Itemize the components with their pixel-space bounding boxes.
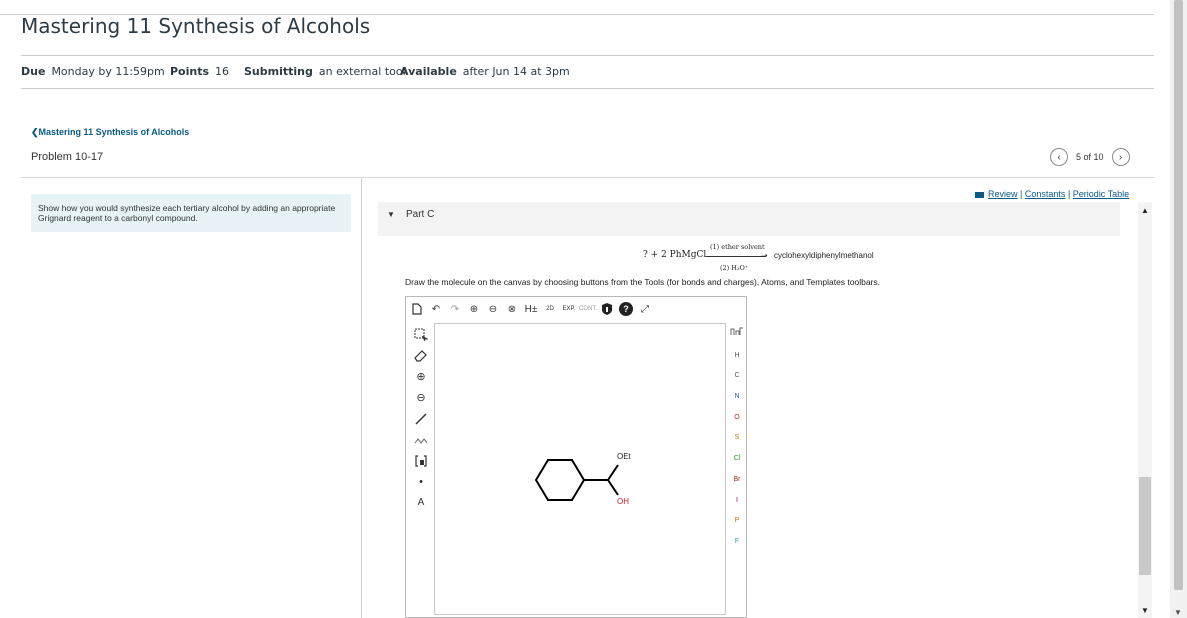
panel-divider xyxy=(361,178,362,618)
due-label: Due xyxy=(21,65,46,78)
chevron-left-icon: ‹ xyxy=(1057,151,1061,163)
atom-button-cl[interactable]: Cl xyxy=(728,449,746,470)
points-label: Points xyxy=(170,65,210,78)
positive-charge-icon[interactable]: ⊕ xyxy=(413,368,429,385)
book-icon xyxy=(975,191,984,198)
atom-button-i[interactable]: I xyxy=(728,491,746,512)
atoms-toolbar: H C N O S Cl Br I P F xyxy=(728,325,746,553)
resource-links: Review | Constants | Periodic Table xyxy=(975,189,1129,199)
link-separator: | xyxy=(1067,189,1071,199)
back-link-label: Mastering 11 Synthesis of Alcohols xyxy=(38,127,190,137)
periodic-table-link[interactable]: Periodic Table xyxy=(1073,189,1129,199)
atom-button-p[interactable]: P xyxy=(728,511,746,532)
undo-icon[interactable]: ↶ xyxy=(429,302,443,316)
link-separator: | xyxy=(1020,189,1023,199)
collapse-triangle-icon: ▼ xyxy=(387,210,395,219)
pager: ‹ 5 of 10 › xyxy=(1050,148,1130,166)
page-title: Mastering 11 Synthesis of Alcohols xyxy=(21,14,371,38)
page-scrollbar[interactable]: ▼ xyxy=(1170,0,1187,618)
single-bond-icon[interactable] xyxy=(413,410,429,427)
submitting-label: Submitting xyxy=(244,65,313,78)
carbon-to-oh-bond xyxy=(607,479,619,496)
problem-label: Problem 10-17 xyxy=(31,151,104,163)
submitting-value: an external tool xyxy=(318,65,406,78)
due-info: Due Monday by 11:59pm xyxy=(21,65,165,78)
instructions-box: Show how you would synthesize each terti… xyxy=(31,194,351,232)
contract-button[interactable]: CONT. xyxy=(579,302,597,316)
atom-button-n[interactable]: N xyxy=(728,387,746,408)
part-label: Part C xyxy=(406,209,435,220)
bracket-icon[interactable] xyxy=(413,452,429,469)
due-value: Monday by 11:59pm xyxy=(51,65,165,78)
available-info: Available after Jun 14 at 3pm xyxy=(400,65,570,78)
title-divider xyxy=(21,55,1154,56)
reaction-reactants: ? + 2 PhMgCl xyxy=(643,250,707,260)
scroll-down-icon: ▼ xyxy=(1141,606,1149,615)
fullscreen-icon[interactable]: ⤢ xyxy=(638,302,652,316)
atom-button-f[interactable]: F xyxy=(728,532,746,553)
review-link[interactable]: Review xyxy=(988,189,1018,199)
selection-icon[interactable] xyxy=(413,326,429,343)
atom-label-icon[interactable]: A xyxy=(413,494,429,511)
top-toolbar: ↶ ↷ ⊕ ⊖ ⊗ H± 2D EXP. CONT. ? ⤢ xyxy=(410,302,652,316)
info-icon[interactable] xyxy=(600,302,614,316)
atom-button-o[interactable]: O xyxy=(728,408,746,429)
reaction-condition-2: (2) H₃O⁺ xyxy=(720,264,749,272)
meta-divider xyxy=(21,88,1154,89)
help-icon[interactable]: ? xyxy=(619,302,633,316)
inner-scrollbar[interactable]: ▲ ▼ xyxy=(1138,202,1152,618)
atom-button-s[interactable]: S xyxy=(728,428,746,449)
zoom-in-icon[interactable]: ⊕ xyxy=(467,302,481,316)
draw-instructions: Draw the molecule on the canvas by choos… xyxy=(405,277,881,287)
previous-button[interactable]: ‹ xyxy=(1050,148,1068,166)
molecule-drawing: OEt OH xyxy=(534,452,645,517)
chain-icon[interactable] xyxy=(413,431,429,448)
template-icon[interactable] xyxy=(728,325,746,346)
atom-button-h[interactable]: H xyxy=(728,346,746,367)
available-label: Available xyxy=(400,65,457,78)
hydrogen-toggle-button[interactable]: H± xyxy=(524,302,538,316)
points-value: 16 xyxy=(215,65,230,78)
expand-button[interactable]: EXP. xyxy=(562,302,576,316)
scroll-up-icon: ▲ xyxy=(1141,206,1149,215)
redo-icon[interactable]: ↷ xyxy=(448,302,462,316)
zoom-fit-icon[interactable]: ⊗ xyxy=(505,302,519,316)
chevron-right-icon: › xyxy=(1118,151,1123,163)
oet-label: OEt xyxy=(617,452,631,461)
arrowhead-icon: ➝ xyxy=(761,251,768,260)
pager-text: 5 of 10 xyxy=(1076,152,1104,162)
new-document-icon[interactable] xyxy=(410,302,424,316)
zoom-out-icon[interactable]: ⊖ xyxy=(486,302,500,316)
atom-button-c[interactable]: C xyxy=(728,366,746,387)
reaction-product: cyclohexyldiphenylmethanol xyxy=(774,251,874,260)
oh-label: OH xyxy=(617,497,629,506)
part-header[interactable]: ▼ Part C xyxy=(378,202,1120,236)
inner-scroll-thumb[interactable] xyxy=(1139,477,1151,575)
available-value: after Jun 14 at 3pm xyxy=(462,65,570,78)
back-link[interactable]: ❮Mastering 11 Synthesis of Alcohols xyxy=(31,127,189,138)
submitting-info: Submitting an external tool xyxy=(244,65,406,78)
page-scroll-thumb[interactable] xyxy=(1174,0,1183,590)
radical-icon[interactable]: • xyxy=(413,473,429,490)
chevron-left-icon: ❮ xyxy=(31,127,39,137)
carbon-to-oet-bond xyxy=(607,464,619,481)
reaction-arrow xyxy=(706,256,766,257)
scroll-down-icon: ▼ xyxy=(1174,608,1182,617)
next-button[interactable]: › xyxy=(1111,148,1130,166)
reaction-condition-1: (1) ether solvent xyxy=(710,243,765,251)
2d-clean-button[interactable]: 2D xyxy=(543,302,557,316)
cyclohexane-ring xyxy=(534,459,586,501)
eraser-icon[interactable] xyxy=(413,347,429,364)
constants-link[interactable]: Constants xyxy=(1025,189,1066,199)
negative-charge-icon[interactable]: ⊖ xyxy=(413,389,429,406)
points-info: Points 16 xyxy=(170,65,229,78)
atom-button-br[interactable]: Br xyxy=(728,470,746,491)
left-toolbar: ⊕ ⊖ • A xyxy=(413,326,429,511)
frame-divider xyxy=(21,177,1154,178)
